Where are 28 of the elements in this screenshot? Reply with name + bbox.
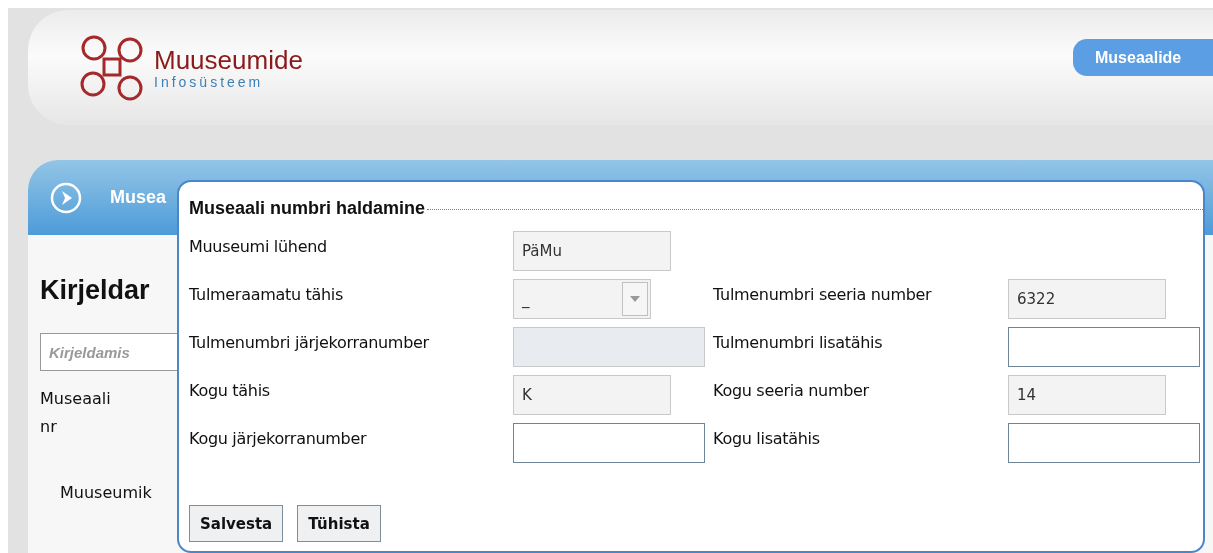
field-label: Museaali nr: [40, 388, 112, 438]
input-field[interactable]: 6322: [1008, 279, 1166, 319]
cancel-button[interactable]: Tühista: [297, 505, 381, 542]
input-field[interactable]: PäMu: [513, 231, 671, 271]
field-label: Kogu seeria number: [713, 380, 870, 400]
field-label: Muuseumik: [60, 483, 152, 502]
input-field[interactable]: [513, 423, 705, 463]
dropdown-field[interactable]: _: [513, 279, 651, 319]
logo-subtitle: Infosüsteem: [154, 73, 265, 90]
section-heading: Kirjeldar: [40, 275, 150, 306]
panel-title: Musea: [110, 187, 167, 208]
field-label: Tulmenumbri seeria number: [713, 284, 933, 304]
field-label: Kogu järjekorranumber: [189, 428, 368, 448]
field-label: Kogu lisatähis: [713, 428, 821, 448]
input-field[interactable]: [513, 327, 705, 367]
input-field[interactable]: K: [513, 375, 671, 415]
input-field[interactable]: 14: [1008, 375, 1166, 415]
dialog-title: Museaali numbri haldamine: [189, 198, 427, 219]
field-label: Muuseumi lühend: [189, 236, 328, 256]
arrow-circle-icon[interactable]: [50, 181, 82, 214]
input-field[interactable]: [1008, 423, 1200, 463]
caret-icon[interactable]: [622, 282, 648, 316]
save-button[interactable]: Salvesta: [189, 505, 284, 542]
logo-title: Muuseumide: [154, 45, 303, 74]
input-field[interactable]: [1008, 327, 1200, 367]
field-label: Tulmenumbri lisatähis: [713, 332, 884, 352]
field-label: Tulmeraamatu tähis: [189, 284, 345, 304]
field-label: Kogu tähis: [189, 380, 271, 400]
